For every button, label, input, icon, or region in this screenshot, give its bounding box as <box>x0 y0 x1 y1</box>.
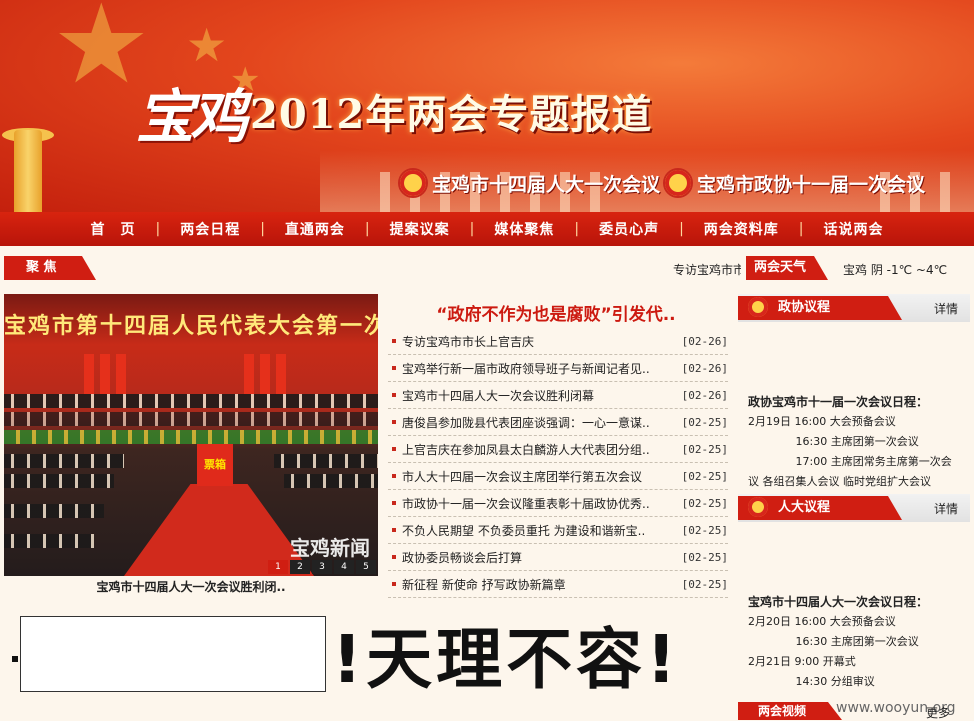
news-title[interactable]: 宝鸡市十四届人大一次会议胜利闭幕 <box>402 387 678 404</box>
dot-mark <box>12 656 18 662</box>
list-item[interactable]: 宝鸡市十四届人大一次会议胜利闭幕 [02-26] <box>388 382 728 409</box>
schedule-line: 议 各组召集人会议 临时党组扩大会议 <box>748 475 931 488</box>
news-title[interactable]: 宝鸡举行新一届市政府领导班子与新闻记者见.. <box>402 360 678 377</box>
news-title[interactable]: 新征程 新使命 抒写政协新篇章 <box>402 576 678 593</box>
nav-voices[interactable]: 委员心声 <box>579 219 679 239</box>
bullet-icon <box>392 501 396 505</box>
slide-page-2[interactable]: 2 <box>290 560 310 574</box>
photo-slideshow[interactable]: 宝鸡市第十四届人民代表大会第一次 票箱 宝鸡新闻 1 2 3 4 5 <box>4 294 378 576</box>
main-nav: 首 页 | 两会日程 | 直通两会 | 提案议案 | 媒体聚焦 | 委员心声 | 两会资料库… <box>0 212 974 246</box>
ballot-box: 票箱 <box>197 444 233 486</box>
news-title[interactable]: 唐俊昌参加陇县代表团座谈强调：一心一意谋.. <box>402 414 678 431</box>
schedule-line: 2月20日 16:00 大会预备会议 <box>748 615 896 628</box>
news-date: [02-25] <box>681 550 728 564</box>
star-icon: ★ <box>186 18 228 72</box>
list-item[interactable]: 专访宝鸡市市长上官吉庆 [02-26] <box>388 328 728 355</box>
news-title[interactable]: 市政协十一届一次会议隆重表彰十届政协优秀.. <box>402 495 678 512</box>
slide-page-4[interactable]: 4 <box>334 560 354 574</box>
list-item[interactable]: 不负人民期望 不负委员重托 为建设和谐新宝.. [02-25] <box>388 517 728 544</box>
schedule-line: 2月19日 16:00 大会预备会议 <box>748 415 896 428</box>
list-item[interactable]: 政协委员畅谈会后打算 [02-25] <box>388 544 728 571</box>
news-date: [02-26] <box>681 361 728 375</box>
cppcc-more-link[interactable]: 详情 <box>934 300 958 317</box>
list-item[interactable]: 宝鸡举行新一届市政府领导班子与新闻记者见.. [02-26] <box>388 355 728 382</box>
cppcc-panel-header: 政协议程 详情 <box>738 294 970 322</box>
list-item[interactable]: 市人大十四届一次会议主席团举行第五次会议 [02-25] <box>388 463 728 490</box>
huabiao-pillar <box>14 130 42 212</box>
cppcc-emblem-icon <box>748 297 768 317</box>
list-item[interactable]: 新征程 新使命 抒写政协新篇章 [02-25] <box>388 571 728 598</box>
slide-page-5[interactable]: 5 <box>356 560 376 574</box>
focus-label: 聚 焦 <box>4 256 96 280</box>
video-more-link[interactable]: 更多 <box>926 704 950 721</box>
nav-media[interactable]: 媒体聚焦 <box>474 219 574 239</box>
news-date: [02-25] <box>681 469 728 483</box>
news-date: [02-25] <box>681 442 728 456</box>
list-item[interactable]: 市政协十一届一次会议隆重表彰十届政协优秀.. [02-25] <box>388 490 728 517</box>
nav-talk[interactable]: 话说两会 <box>804 219 904 239</box>
bullet-icon <box>392 474 396 478</box>
nav-direct[interactable]: 直通两会 <box>265 219 365 239</box>
news-list: 专访宝鸡市市长上官吉庆 [02-26] 宝鸡举行新一届市政府领导班子与新闻记者见.… <box>388 328 728 598</box>
schedule-line: 2月21日 9:00 开幕式 <box>748 655 856 668</box>
weather-text: 宝鸡 阴 -1℃ ~4℃ <box>843 263 948 277</box>
slide-page-3[interactable]: 3 <box>312 560 332 574</box>
nav-schedule[interactable]: 两会日程 <box>160 219 260 239</box>
bullet-icon <box>392 339 396 343</box>
news-date: [02-25] <box>681 496 728 510</box>
npc-panel-header: 人大议程 详情 <box>738 494 970 522</box>
npc-more-link[interactable]: 详情 <box>934 500 958 517</box>
cppcc-meeting-title[interactable]: 宝鸡市政协十一届一次会议 <box>697 170 925 197</box>
blank-box <box>20 616 326 692</box>
bullet-icon <box>392 393 396 397</box>
slogan-text: !天理不容! <box>332 621 681 698</box>
list-item[interactable]: 唐俊昌参加陇县代表团座谈强调：一心一意谋.. [02-25] <box>388 409 728 436</box>
news-title[interactable]: 政协委员畅谈会后打算 <box>402 549 678 566</box>
news-title[interactable]: 专访宝鸡市市长上官吉庆 <box>402 333 678 350</box>
schedule-line: 16:30 主席团第一次会议 <box>748 435 919 448</box>
banner: ★ ★ ★ 宝鸡 2012年两会专题报道 宝鸡市十四届人大一次会议 宝鸡市政协十… <box>0 0 974 212</box>
weather-label: 两会天气 <box>746 256 828 280</box>
schedule-line: 16:30 主席团第一次会议 <box>748 635 919 648</box>
video-panel-label: 两会视频 <box>738 702 842 720</box>
site-logo: 宝鸡 <box>136 83 248 151</box>
news-date: [02-25] <box>681 577 728 591</box>
focus-strip: 聚 焦 专访宝鸡市市长 两会天气 宝鸡 阴 -1℃ ~4℃ <box>0 256 974 282</box>
slide-page-1[interactable]: 1 <box>268 560 288 574</box>
list-item[interactable]: 上官吉庆在参加凤县太白麟游人大代表团分组.. [02-25] <box>388 436 728 463</box>
bullet-icon <box>392 528 396 532</box>
nav-home[interactable]: 首 页 <box>70 219 155 239</box>
npc-meeting-title[interactable]: 宝鸡市十四届人大一次会议 <box>432 170 660 197</box>
news-title[interactable]: 上官吉庆在参加凤县太白麟游人大代表团分组.. <box>402 441 678 458</box>
npc-schedule-heading: 宝鸡市十四届人大一次会议日程： <box>748 595 929 609</box>
photo-banner-text: 宝鸡市第十四届人民代表大会第一次 <box>4 313 378 339</box>
bullet-icon <box>392 420 396 424</box>
slideshow-pager: 1 2 3 4 5 <box>268 560 376 574</box>
cppcc-emblem-icon <box>663 168 693 198</box>
photo-watermark: 宝鸡新闻 <box>290 536 370 560</box>
banner-title: 2012年两会专题报道 <box>250 91 653 138</box>
news-title[interactable]: 市人大十四届一次会议主席团举行第五次会议 <box>402 468 678 485</box>
bullet-icon <box>392 582 396 586</box>
photo-caption[interactable]: 宝鸡市十四届人大一次会议胜利闭.. <box>4 578 378 595</box>
nav-proposals[interactable]: 提案议案 <box>370 219 470 239</box>
news-ticker[interactable]: 专访宝鸡市市长 <box>673 261 741 278</box>
news-date: [02-26] <box>681 388 728 402</box>
cppcc-schedule: 政协宝鸡市十一届一次会议日程： 2月19日 16:00 大会预备会议 16:30… <box>748 392 970 492</box>
news-date: [02-25] <box>681 523 728 537</box>
npc-emblem-icon <box>748 497 768 517</box>
schedule-line: 14:30 分组审议 <box>748 675 875 688</box>
cppcc-schedule-heading: 政协宝鸡市十一届一次会议日程： <box>748 395 929 409</box>
schedule-line: 17:00 主席团常务主席第一次会 <box>748 455 952 468</box>
bullet-icon <box>392 447 396 451</box>
nav-archive[interactable]: 两会资料库 <box>684 219 799 239</box>
news-date: [02-26] <box>681 334 728 348</box>
news-title[interactable]: 不负人民期望 不负委员重托 为建设和谐新宝.. <box>402 522 678 539</box>
news-date: [02-25] <box>681 415 728 429</box>
bullet-icon <box>392 555 396 559</box>
npc-emblem-icon <box>398 168 428 198</box>
bullet-icon <box>392 366 396 370</box>
headline[interactable]: “政府不作为也是腐败”引发代.. <box>386 300 726 325</box>
npc-schedule: 宝鸡市十四届人大一次会议日程： 2月20日 16:00 大会预备会议 16:30… <box>748 592 970 692</box>
